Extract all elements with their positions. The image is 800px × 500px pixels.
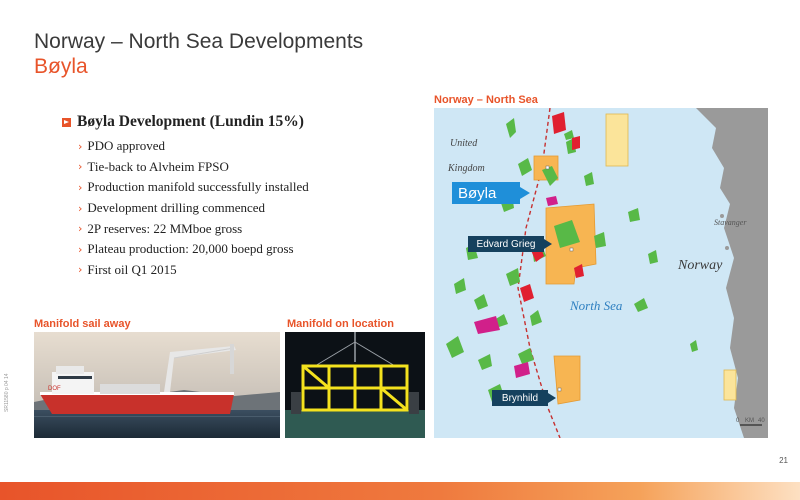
brynhild-label: Brynhild [501, 392, 539, 404]
document-id: SR11580 p 04 14 [4, 373, 10, 412]
map-title: Norway – North Sea [434, 94, 538, 106]
chevron-right-icon: › [78, 160, 83, 174]
list-item-text: Tie-back to Alvheim FPSO [87, 158, 229, 174]
scale-zero: 0 [736, 418, 740, 424]
manifold-illustration [285, 332, 425, 438]
brynhild-pointer [548, 393, 556, 403]
label-north-sea: North Sea [570, 298, 623, 313]
list-item: › First oil Q1 2015 [78, 260, 309, 281]
list-item-text: Production manifold successfully install… [87, 179, 309, 195]
scale-forty: 40 [758, 418, 765, 424]
list-item-text: 2P reserves: 22 MMboe gross [87, 220, 243, 236]
footer-bar [0, 482, 800, 500]
list-item: › Plateau production: 20,000 boepd gross [78, 239, 309, 260]
scale-unit: KM [745, 418, 754, 424]
label-norway: Norway [678, 258, 723, 273]
bullet-list: Bøyla Development (Lundin 15%) › PDO appr… [62, 112, 309, 280]
edvard-grieg-callout[interactable]: Edvard Grieg [468, 236, 544, 252]
chevron-right-icon: › [78, 222, 83, 236]
boyla-callout[interactable]: Bøyla [452, 182, 520, 204]
chevron-right-icon: › [78, 263, 83, 277]
arrow-bullet-icon [62, 117, 71, 127]
right-photo-caption: Manifold on location [287, 318, 394, 330]
list-item: › 2P reserves: 22 MMboe gross [78, 218, 309, 239]
list-item: › PDO approved [78, 136, 309, 157]
svg-text:DOF: DOF [48, 386, 61, 392]
label-united: United [450, 138, 478, 149]
list-item: › Production manifold successfully instal… [78, 177, 309, 198]
chevron-right-icon: › [78, 201, 83, 215]
vessel-illustration: DOF [34, 332, 280, 438]
chevron-right-icon: › [78, 180, 83, 194]
manifold-photo [285, 332, 425, 438]
sub-bullet-list: › PDO approved › Tie-back to Alvheim FPSO … [78, 136, 309, 280]
vessel-photo: DOF [34, 332, 280, 438]
list-item-text: First oil Q1 2015 [87, 261, 177, 277]
chevron-right-icon: › [78, 242, 83, 256]
north-sea-map[interactable]: United Kingdom Bøyla Edvard Grieg Stavan… [434, 108, 768, 438]
page-title: Norway – North Sea Developments [34, 30, 364, 53]
main-bullet: Bøyla Development (Lundin 15%) [62, 112, 309, 132]
page-subtitle: Bøyla [34, 55, 88, 78]
edvard-grieg-pointer [544, 239, 552, 249]
list-item-text: PDO approved [87, 138, 166, 154]
main-bullet-text: Bøyla Development (Lundin 15%) [77, 113, 304, 130]
list-item-text: Plateau production: 20,000 boepd gross [87, 241, 294, 257]
boyla-label: Bøyla [458, 184, 497, 202]
page-number: 21 [779, 456, 788, 465]
list-item-text: Development drilling commenced [87, 200, 266, 216]
chevron-right-icon: › [78, 139, 83, 153]
edvard-grieg-label: Edvard Grieg [476, 238, 536, 250]
list-item: › Development drilling commenced [78, 198, 309, 219]
left-photo-caption: Manifold sail away [34, 318, 131, 330]
list-item: › Tie-back to Alvheim FPSO [78, 157, 309, 178]
brynhild-callout[interactable]: Brynhild [492, 390, 548, 406]
label-stavanger: Stavanger [714, 218, 747, 227]
label-kingdom: Kingdom [448, 163, 485, 174]
boyla-callout-pointer [520, 187, 530, 199]
